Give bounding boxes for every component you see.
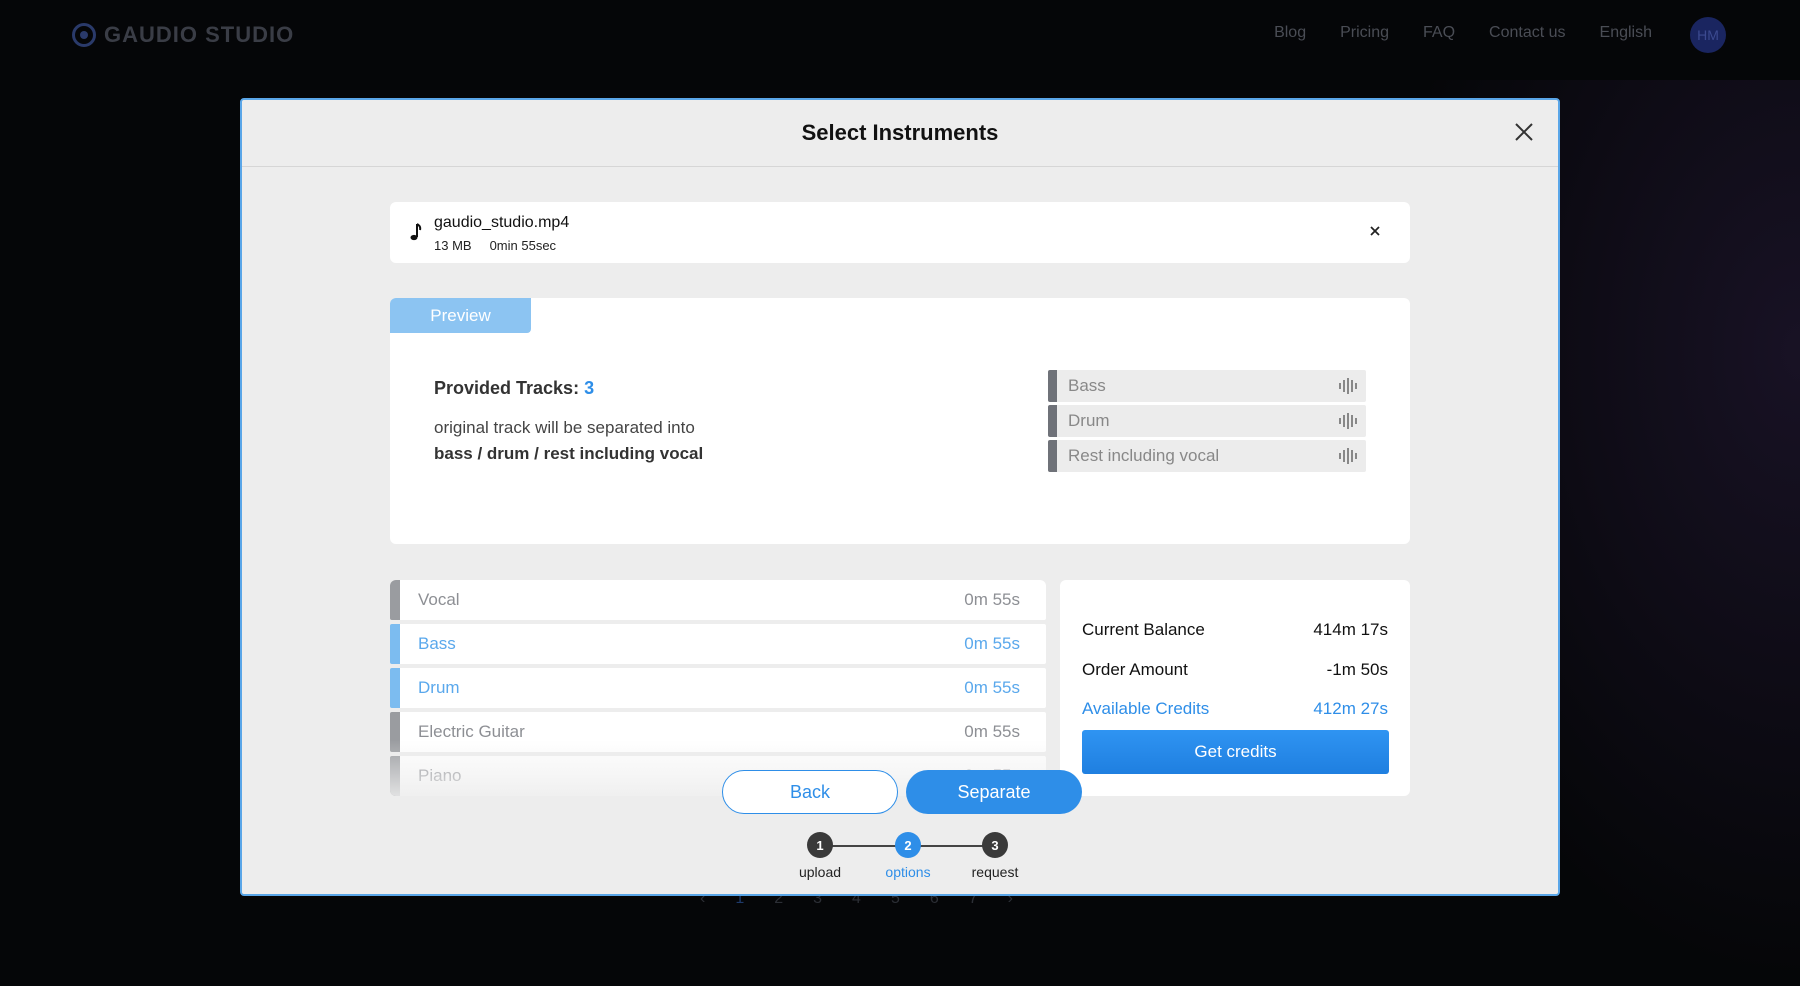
music-note-icon (410, 223, 422, 241)
order-amount-row: Order Amount -1m 50s (1082, 660, 1388, 680)
balance-card: Current Balance 414m 17s Order Amount -1… (1060, 580, 1410, 796)
logo-text: GAUDIO STUDIO (104, 22, 295, 47)
waveform-icon (1339, 448, 1357, 464)
modal-header: Select Instruments (242, 100, 1558, 167)
instrument-duration: 0m 55s (964, 678, 1020, 697)
get-credits-button[interactable]: Get credits (1082, 730, 1389, 774)
back-button[interactable]: Back (722, 770, 898, 814)
instrument-duration: 0m 55s (964, 722, 1020, 741)
preview-track[interactable]: Bass (1048, 370, 1366, 402)
step-1: 1 (807, 832, 833, 858)
preview-track-label: Drum (1068, 411, 1110, 430)
current-balance-row: Current Balance 414m 17s (1082, 620, 1388, 640)
preview-track-label: Rest including vocal (1068, 446, 1220, 465)
page-background: GAUDIO STUDIO Blog Pricing FAQ Contact u… (0, 0, 1800, 986)
nav-link-faq[interactable]: FAQ (1423, 24, 1455, 42)
preview-track[interactable]: Rest including vocal (1048, 440, 1366, 472)
nav-links: Blog Pricing FAQ Contact us English (1274, 24, 1652, 42)
step-indicator: 1 2 3 upload options request (782, 832, 1022, 888)
instrument-item-drum[interactable]: Drum 0m 55s (390, 668, 1046, 708)
preview-card: Preview Provided Tracks: 3 original trac… (390, 298, 1410, 544)
instrument-duration: 0m 55s (964, 590, 1020, 609)
file-duration: 0min 55sec (489, 238, 557, 253)
nav-link-contact[interactable]: Contact us (1489, 24, 1565, 42)
file-name: gaudio_studio.mp4 (434, 214, 570, 231)
instrument-item-bass[interactable]: Bass 0m 55s (390, 624, 1046, 664)
instrument-item-electric-guitar[interactable]: Electric Guitar 0m 55s (390, 712, 1046, 752)
remove-file-icon[interactable] (1366, 222, 1384, 240)
step-2: 2 (895, 832, 921, 858)
avatar[interactable]: HM (1690, 17, 1726, 53)
provided-count: 3 (584, 378, 595, 398)
instrument-item-vocal[interactable]: Vocal 0m 55s (390, 580, 1046, 620)
file-meta: 13 MB 0min 55sec (434, 238, 556, 253)
available-credits-row: Available Credits 412m 27s (1082, 699, 1388, 719)
preview-track[interactable]: Drum (1048, 405, 1366, 437)
current-balance-value: 414m 17s (1313, 620, 1388, 639)
provided-tracks: Provided Tracks: 3 (434, 378, 594, 399)
tab-preview[interactable]: Preview (390, 298, 531, 333)
instrument-name: Bass (418, 634, 456, 653)
order-amount-value: -1m 50s (1326, 660, 1388, 679)
select-instruments-modal: Select Instruments gaudio_studio.mp4 13 … (240, 98, 1560, 896)
instrument-list: Vocal 0m 55s Bass 0m 55s Drum 0m 55s Ele… (390, 580, 1046, 796)
instrument-name: Drum (418, 678, 460, 697)
close-icon[interactable] (1510, 118, 1538, 146)
language-selector[interactable]: English (1600, 24, 1652, 42)
instrument-duration: 0m 55s (964, 634, 1020, 653)
waveform-icon (1339, 413, 1357, 429)
available-credits-label: Available Credits (1082, 699, 1210, 718)
step-label-request: request (971, 864, 1019, 880)
separation-description: original track will be separated into (434, 418, 695, 437)
provided-label: Provided Tracks: (434, 378, 580, 398)
nav-link-blog[interactable]: Blog (1274, 24, 1306, 42)
separation-tracks: bass / drum / rest including vocal (434, 444, 704, 463)
separate-button[interactable]: Separate (906, 770, 1082, 814)
instrument-name: Vocal (418, 590, 460, 609)
current-balance-label: Current Balance (1082, 620, 1205, 639)
file-card: gaudio_studio.mp4 13 MB 0min 55sec (390, 202, 1410, 263)
nav-link-pricing[interactable]: Pricing (1340, 24, 1389, 42)
order-amount-label: Order Amount (1082, 660, 1188, 679)
step-label-options: options (885, 864, 931, 880)
preview-track-label: Bass (1068, 376, 1106, 395)
step-3: 3 (982, 832, 1008, 858)
waveform-icon (1339, 378, 1357, 394)
file-size: 13 MB (434, 238, 472, 253)
step-label-upload: upload (798, 864, 842, 880)
logo-icon (72, 23, 96, 47)
preview-track-list: Bass Drum Rest including vocal (1048, 370, 1366, 475)
instrument-name: Piano (418, 766, 462, 785)
available-credits-value: 412m 27s (1313, 699, 1388, 718)
logo[interactable]: GAUDIO STUDIO (72, 22, 294, 48)
modal-title: Select Instruments (801, 120, 999, 145)
instrument-name: Electric Guitar (418, 722, 525, 741)
top-navigation: GAUDIO STUDIO Blog Pricing FAQ Contact u… (0, 0, 1800, 70)
